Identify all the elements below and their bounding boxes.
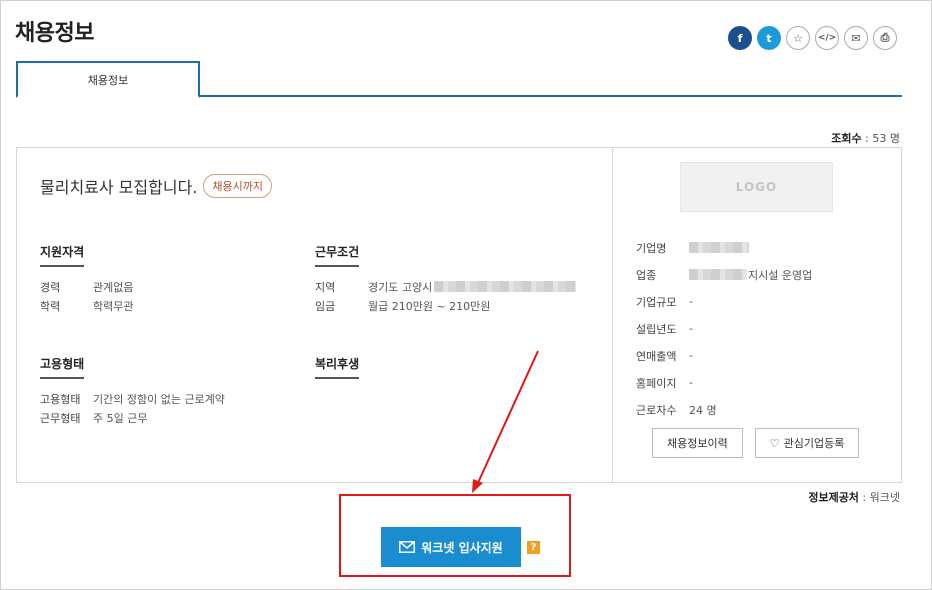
facebook-share-icon[interactable]: f: [728, 26, 752, 50]
job-summary: 물리치료사 모집합니다. 채용시까지 지원자격 경력 관계없음 학력 학력무관 …: [17, 148, 613, 482]
email-share-icon[interactable]: ✉: [844, 26, 868, 50]
help-icon[interactable]: ?: [527, 541, 540, 554]
apply-button-label: 워크넷 입사지원: [421, 540, 503, 555]
company-row: 연매출액 -: [636, 342, 812, 369]
job-history-button[interactable]: 채용정보이력: [652, 428, 743, 458]
company-row: 기업규모 -: [636, 288, 812, 315]
row-value: -: [689, 295, 693, 308]
row-value: 월급 210만원 ~ 210만원: [368, 299, 491, 313]
row-value: -: [689, 376, 693, 389]
condition-row: 임금 월급 210만원 ~ 210만원: [315, 296, 576, 315]
company-row: 근로자수 24 명: [636, 396, 812, 423]
row-value: 지시설 운영업: [748, 268, 813, 282]
company-row: 홈페이지 -: [636, 369, 812, 396]
qualifications-heading: 지원자격: [40, 243, 85, 267]
tab-strip: 채용정보: [16, 61, 902, 98]
embed-code-icon[interactable]: </>: [815, 26, 839, 50]
row-value: 관계없음: [93, 280, 134, 294]
row-value: -: [689, 322, 693, 335]
benefits-section: 복리후생: [315, 353, 360, 389]
row-key: 근무형태: [40, 411, 81, 425]
qualification-row: 학력 학력무관: [40, 296, 133, 315]
conditions-heading: 근무조건: [315, 243, 360, 267]
envelope-icon: [399, 541, 416, 553]
qualifications-section: 지원자격 경력 관계없음 학력 학력무관: [40, 241, 133, 315]
industry-wrap: 지시설 운영업: [689, 267, 812, 283]
info-source-label: 정보제공처: [808, 491, 859, 504]
row-key: 업종: [636, 268, 657, 282]
company-actions: 채용정보이력 ♡ 관심기업등록: [652, 428, 860, 458]
logo-text: LOGO: [735, 180, 778, 194]
conditions-section: 근무조건 지역 경기도 고양시 임금 월급 210만원 ~ 210만원: [315, 241, 577, 315]
worknet-apply-button[interactable]: 워크넷 입사지원: [381, 527, 521, 567]
row-key: 임금: [315, 299, 336, 313]
add-interest-company-button[interactable]: ♡ 관심기업등록: [754, 428, 860, 458]
row-value: 기간의 정함이 없는 근로계약: [93, 392, 225, 406]
view-count-label: 조회수: [831, 132, 862, 145]
company-panel: LOGO 기업명 업종 지시설 운영업 기업규모 - 설립년도 - 연매출액 -…: [614, 148, 901, 482]
employment-heading: 고용형태: [40, 355, 85, 379]
row-key: 기업명: [636, 241, 667, 255]
company-logo: LOGO: [680, 162, 833, 212]
company-name-wrap: [689, 242, 749, 253]
row-key: 근로자수: [636, 403, 677, 417]
employment-row: 고용형태 기간의 정함이 없는 근로계약: [40, 389, 225, 408]
twitter-share-icon[interactable]: t: [757, 26, 781, 50]
company-info: 기업명 업종 지시설 운영업 기업규모 - 설립년도 - 연매출액 - 홈페이지…: [636, 234, 812, 423]
deadline-badge: 채용시까지: [203, 174, 272, 198]
employment-row: 근무형태 주 5일 근무: [40, 408, 225, 427]
view-count-value: : 53 명: [861, 132, 900, 145]
add-interest-label: 관심기업등록: [783, 437, 845, 450]
row-key: 고용형태: [40, 392, 81, 406]
row-key: 경력: [40, 280, 61, 294]
row-key: 홈페이지: [636, 376, 677, 390]
redacted-company-name: [689, 242, 749, 253]
job-title-row: 물리치료사 모집합니다. 채용시까지: [40, 174, 272, 198]
location-value-wrap: 경기도 고양시: [368, 279, 577, 295]
tab-job-info[interactable]: 채용정보: [16, 61, 200, 98]
row-value: 경기도 고양시: [368, 280, 433, 294]
row-key: 지역: [315, 280, 336, 294]
row-value: 학력무관: [93, 299, 134, 313]
share-toolbar: f t ☆ </> ✉ ⎙: [728, 26, 897, 50]
heart-icon: ♡: [769, 436, 780, 450]
row-value: 주 5일 근무: [93, 411, 148, 425]
benefits-heading: 복리후생: [315, 355, 360, 379]
company-row: 설립년도 -: [636, 315, 812, 342]
row-key: 연매출액: [636, 349, 677, 363]
employment-section: 고용형태 고용형태 기간의 정함이 없는 근로계약 근무형태 주 5일 근무: [40, 353, 225, 427]
row-key: 기업규모: [636, 295, 677, 309]
page-title: 채용정보: [15, 21, 94, 46]
print-icon[interactable]: ⎙: [873, 26, 897, 50]
condition-row: 지역 경기도 고양시: [315, 277, 577, 296]
redacted-industry: [689, 269, 747, 280]
job-detail-box: 물리치료사 모집합니다. 채용시까지 지원자격 경력 관계없음 학력 학력무관 …: [16, 147, 902, 483]
redacted-address: [434, 281, 577, 292]
company-row: 업종 지시설 운영업: [636, 261, 812, 288]
row-value: 24 명: [689, 403, 717, 417]
company-row: 기업명: [636, 234, 812, 261]
favorite-star-icon[interactable]: ☆: [786, 26, 810, 50]
row-value: -: [689, 349, 693, 362]
job-title: 물리치료사 모집합니다.: [40, 178, 198, 197]
view-count: 조회수 : 53 명: [831, 130, 900, 146]
info-source: 정보제공처 : 워크넷: [808, 489, 900, 505]
qualification-row: 경력 관계없음: [40, 277, 133, 296]
row-key: 설립년도: [636, 322, 677, 336]
info-source-value: : 워크넷: [858, 491, 900, 504]
row-key: 학력: [40, 299, 61, 313]
